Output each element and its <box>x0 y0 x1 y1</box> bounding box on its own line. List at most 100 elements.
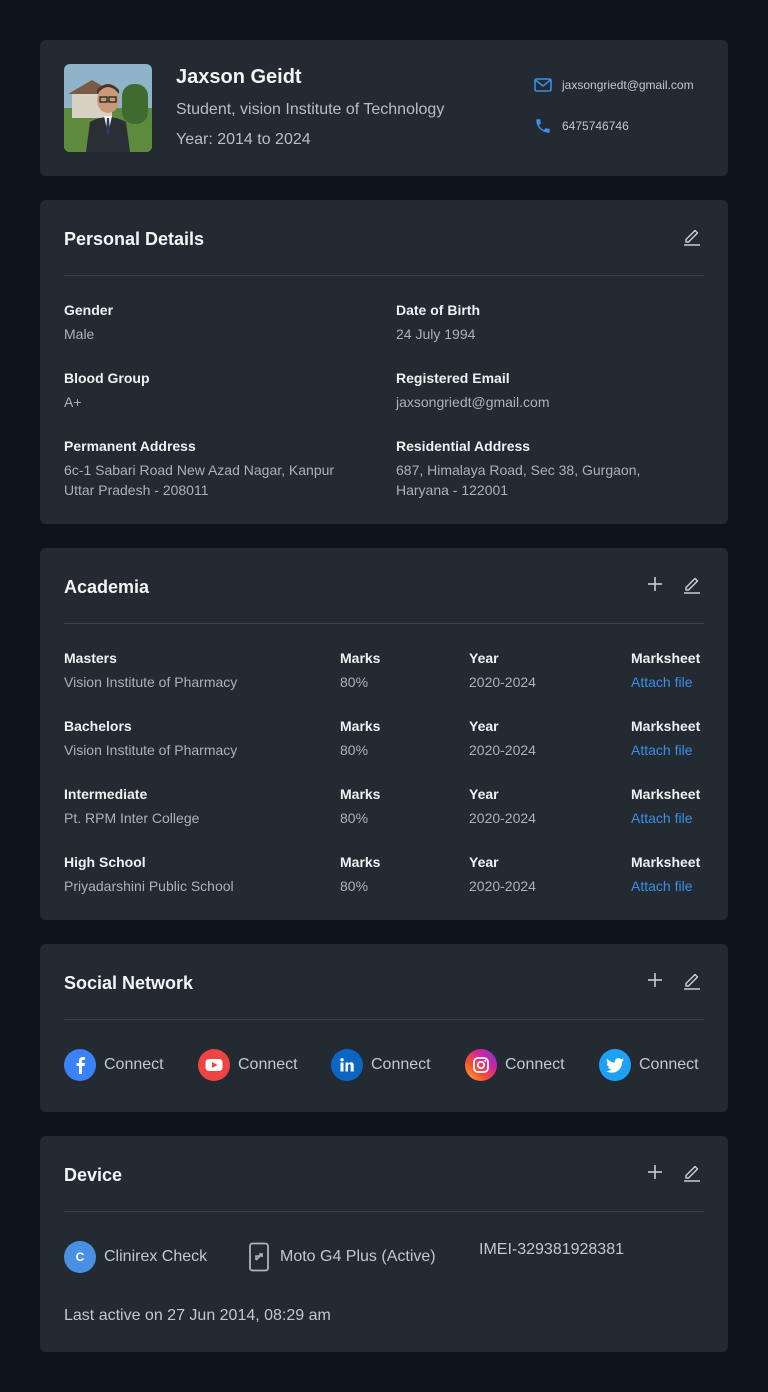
add-academia-button[interactable] <box>643 574 667 598</box>
connect-facebook-button[interactable]: Connect <box>64 1049 164 1081</box>
profile-card: Jaxson Geidt Student, vision Institute o… <box>40 40 728 176</box>
attach-file-link[interactable]: Attach file <box>631 674 692 690</box>
institute-name: Vision Institute of Pharmacy <box>64 674 238 690</box>
attach-file-link[interactable]: Attach file <box>631 878 692 894</box>
edit-social-button[interactable] <box>680 970 704 994</box>
year-label: Year <box>469 786 499 802</box>
marksheet-label: Marksheet <box>631 718 701 734</box>
connect-label: Connect <box>639 1056 699 1073</box>
connect-label: Connect <box>238 1056 298 1073</box>
connect-instagram-button[interactable]: Connect <box>465 1049 565 1081</box>
divider <box>64 1211 704 1212</box>
profile-email[interactable]: jaxsongriedt@gmail.com <box>534 78 694 92</box>
edit-icon <box>682 226 702 251</box>
year-value: 2020-2024 <box>469 878 536 894</box>
last-active-text: Last active on 27 Jun 2014, 08:29 am <box>64 1307 331 1324</box>
year-value: 2020-2024 <box>469 810 536 826</box>
device-imei: IMEI-329381928381 <box>479 1241 624 1258</box>
marks-value: 80% <box>340 742 369 758</box>
device-card: Device C Clinirex Check Moto G4 Plus (Ac… <box>40 1136 728 1352</box>
marks-label: Marks <box>340 786 381 802</box>
youtube-icon <box>198 1049 230 1081</box>
year-label: Year <box>469 718 499 734</box>
marks-label: Marks <box>340 718 381 734</box>
year-label: Year <box>469 650 499 666</box>
marksheet-label: Marksheet <box>631 854 701 870</box>
dob-label: Date of Birth <box>396 302 480 318</box>
app-initial-avatar: C <box>64 1241 96 1273</box>
facebook-icon <box>64 1049 96 1081</box>
marks-value: 80% <box>340 878 369 894</box>
profile-name: Jaxson Geidt <box>176 66 302 88</box>
divider <box>64 1019 704 1020</box>
marksheet-label: Marksheet <box>631 786 701 802</box>
edit-personal-button[interactable] <box>680 226 704 250</box>
mail-icon <box>534 78 552 92</box>
divider <box>64 275 704 276</box>
dob-value: 24 July 1994 <box>396 326 476 342</box>
institute-name: Priyadarshini Public School <box>64 878 234 894</box>
device-app: C Clinirex Check <box>64 1241 207 1273</box>
device-model: Moto G4 Plus (Active) <box>246 1241 436 1273</box>
connect-twitter-button[interactable]: Connect <box>599 1049 699 1081</box>
twitter-icon <box>599 1049 631 1081</box>
profile-year: Year: 2014 to 2024 <box>176 131 311 148</box>
connect-youtube-button[interactable]: Connect <box>198 1049 298 1081</box>
attach-file-link[interactable]: Attach file <box>631 742 692 758</box>
registered-email-label: Registered Email <box>396 370 510 386</box>
marksheet-label: Marksheet <box>631 650 701 666</box>
education-level: Masters <box>64 650 117 666</box>
institute-name: Pt. RPM Inter College <box>64 810 200 826</box>
education-level: High School <box>64 854 146 870</box>
education-level: Intermediate <box>64 786 148 802</box>
permanent-address-line2: Uttar Pradesh - 208011 <box>64 482 209 498</box>
education-level: Bachelors <box>64 718 132 734</box>
plus-icon <box>647 972 663 993</box>
social-network-card: Social Network Connect Connect Connect C… <box>40 944 728 1112</box>
section-title: Social Network <box>64 973 194 993</box>
avatar <box>64 64 152 152</box>
year-value: 2020-2024 <box>469 742 536 758</box>
permanent-address-line1: 6c-1 Sabari Road New Azad Nagar, Kanpur <box>64 462 335 478</box>
edit-academia-button[interactable] <box>680 574 704 598</box>
connect-label: Connect <box>104 1056 164 1073</box>
add-social-button[interactable] <box>643 970 667 994</box>
edit-icon <box>682 970 702 995</box>
device-model-name: Moto G4 Plus (Active) <box>280 1248 436 1265</box>
year-label: Year <box>469 854 499 870</box>
profile-phone-text: 6475746746 <box>562 119 629 133</box>
institute-name: Vision Institute of Pharmacy <box>64 742 238 758</box>
linkedin-icon <box>331 1049 363 1081</box>
residential-address-line1: 687, Himalaya Road, Sec 38, Gurgaon, <box>396 462 641 478</box>
marks-value: 80% <box>340 674 369 690</box>
registered-email-value: jaxsongriedt@gmail.com <box>396 394 550 410</box>
add-device-button[interactable] <box>643 1162 667 1186</box>
academia-card: Academia Masters Vision Institute of Pha… <box>40 548 728 920</box>
blood-group-value: A+ <box>64 394 82 410</box>
residential-address-line2: Haryana - 122001 <box>396 482 509 498</box>
mobile-phone-icon <box>246 1241 272 1273</box>
plus-icon <box>647 576 663 597</box>
plus-icon <box>647 1164 663 1185</box>
profile-phone[interactable]: 6475746746 <box>534 117 629 135</box>
connect-label: Connect <box>371 1056 431 1073</box>
edit-device-button[interactable] <box>680 1162 704 1186</box>
attach-file-link[interactable]: Attach file <box>631 810 692 826</box>
blood-group-label: Blood Group <box>64 370 150 386</box>
connect-linkedin-button[interactable]: Connect <box>331 1049 431 1081</box>
profile-email-text: jaxsongriedt@gmail.com <box>562 78 694 92</box>
marks-label: Marks <box>340 650 381 666</box>
gender-value: Male <box>64 326 95 342</box>
section-title: Personal Details <box>64 229 205 249</box>
section-title: Academia <box>64 577 150 597</box>
connect-label: Connect <box>505 1056 565 1073</box>
permanent-address-label: Permanent Address <box>64 438 196 454</box>
edit-icon <box>682 1162 702 1187</box>
residential-address-label: Residential Address <box>396 438 531 454</box>
device-app-name: Clinirex Check <box>104 1248 208 1265</box>
phone-icon <box>534 117 552 135</box>
personal-details-card: Personal Details Gender Male Date of Bir… <box>40 200 728 524</box>
divider <box>64 623 704 624</box>
marks-value: 80% <box>340 810 369 826</box>
year-value: 2020-2024 <box>469 674 536 690</box>
